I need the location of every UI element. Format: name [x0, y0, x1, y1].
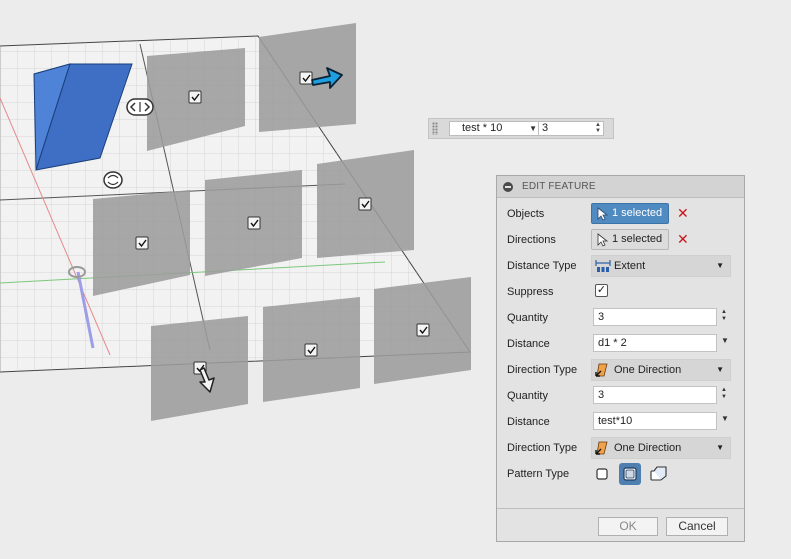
directions-label: Directions [507, 234, 556, 246]
quantity-2-input[interactable]: 3 [593, 386, 717, 404]
instance-checkbox[interactable] [358, 197, 372, 211]
instance-checkbox[interactable] [304, 343, 318, 357]
instance-checkbox[interactable] [247, 216, 261, 230]
one-direction-icon [595, 363, 608, 377]
cursor-arrow-icon [597, 233, 608, 247]
direction-type-2-value: One Direction [614, 442, 682, 454]
objects-select-value: 1 selected [612, 207, 663, 219]
objects-row: Objects 1 selected ✕ [497, 203, 746, 225]
one-direction-icon [595, 441, 608, 455]
distance-type-label: Distance Type [507, 260, 577, 272]
distance-2-row: Distance test*10 ▼ [497, 411, 746, 433]
suppress-row: Suppress ✓ [497, 281, 746, 303]
chevron-down-icon[interactable]: ▼ [716, 360, 724, 380]
distance-1-row: Distance d1 * 2 ▼ [497, 333, 746, 355]
direction-type-1-row: Direction Type One Direction ▼ [497, 359, 746, 381]
chevron-down-icon[interactable]: ▼ [721, 336, 729, 345]
collapse-icon[interactable] [503, 182, 513, 192]
dialog-header[interactable]: EDIT FEATURE [497, 176, 744, 198]
instance-checkbox[interactable] [299, 71, 313, 85]
checkmark-icon: ✓ [596, 284, 607, 296]
drag-grip-icon[interactable] [432, 122, 438, 135]
instance-checkbox[interactable] [188, 90, 202, 104]
instance-checkbox[interactable] [135, 236, 149, 250]
clear-objects-icon[interactable]: ✕ [677, 205, 689, 221]
distance-1-input[interactable]: d1 * 2 [593, 334, 717, 352]
mini-toolbar: test * 10 ▼ 3 ▲ ▼ [428, 118, 614, 139]
quantity-1-input[interactable]: 3 [593, 308, 717, 326]
dialog-title: EDIT FEATURE [522, 181, 596, 192]
distance-type-value: Extent [614, 260, 646, 272]
suppress-label: Suppress [507, 286, 554, 298]
quantity-2-row: Quantity 3 ▲ ▼ [497, 385, 746, 407]
mini-quantity-value: 3 [542, 122, 549, 134]
direction-type-1-dropdown[interactable]: One Direction ▼ [591, 359, 731, 381]
dialog-footer: OK Cancel [497, 508, 744, 542]
objects-select-button[interactable]: 1 selected [591, 203, 669, 224]
direction-type-2-dropdown[interactable]: One Direction ▼ [591, 437, 731, 459]
pattern-uniform-icon[interactable] [591, 463, 613, 485]
directions-select-value: 1 selected [612, 233, 663, 245]
quantity-1-row: Quantity 3 ▲ ▼ [497, 307, 746, 329]
mini-distance-value: test * 10 [462, 122, 503, 134]
quantity-2-spinner-icon[interactable]: ▲ ▼ [721, 387, 727, 401]
distance-type-row: Distance Type Extent ▼ [497, 255, 746, 277]
mini-quantity-field[interactable]: 3 ▲ ▼ [538, 121, 604, 136]
quantity-1-label: Quantity [507, 312, 548, 324]
direction-type-1-value: One Direction [614, 364, 682, 376]
direction-flip-handle[interactable] [126, 98, 154, 116]
spinner-icon[interactable]: ▲ ▼ [595, 122, 601, 134]
distance-1-value: d1 * 2 [598, 337, 627, 349]
chevron-down-icon[interactable]: ▼ [529, 122, 537, 135]
distance-2-input[interactable]: test*10 [593, 412, 717, 430]
directions-select-button[interactable]: 1 selected [591, 229, 669, 250]
distance-2-value: test*10 [598, 415, 633, 427]
quantity-1-value: 3 [598, 311, 605, 323]
pattern-type-row: Pattern Type [497, 463, 746, 485]
instance-checkbox[interactable] [416, 323, 430, 337]
direction-type-2-row: Direction Type One Direction ▼ [497, 437, 746, 459]
distance-type-dropdown[interactable]: Extent ▼ [591, 255, 731, 277]
chevron-down-icon[interactable]: ▼ [716, 256, 724, 276]
rotate-handle[interactable] [103, 171, 123, 189]
suppress-checkbox[interactable]: ✓ [595, 284, 608, 297]
directions-row: Directions 1 selected ✕ [497, 229, 746, 251]
edit-feature-dialog: EDIT FEATURE Objects 1 selected ✕ Direct… [496, 175, 745, 542]
chevron-down-icon[interactable]: ▼ [716, 438, 724, 458]
chevron-down-icon[interactable]: ▼ [721, 414, 729, 423]
distance-2-label: Distance [507, 416, 550, 428]
objects-label: Objects [507, 208, 545, 220]
direction-type-2-label: Direction Type [507, 442, 578, 454]
ok-button[interactable]: OK [598, 517, 658, 536]
quantity-2-value: 3 [598, 389, 605, 401]
pattern-identical-icon[interactable] [619, 463, 641, 485]
pattern-adjust-icon[interactable] [647, 463, 669, 485]
cancel-button[interactable]: Cancel [666, 517, 728, 536]
extent-icon [595, 260, 611, 272]
quantity-2-label: Quantity [507, 390, 548, 402]
cursor-arrow-icon [597, 207, 608, 221]
quantity-1-spinner-icon[interactable]: ▲ ▼ [721, 309, 727, 323]
pattern-type-label: Pattern Type [507, 468, 570, 480]
distance-1-label: Distance [507, 338, 550, 350]
clear-directions-icon[interactable]: ✕ [677, 231, 689, 247]
direction-type-1-label: Direction Type [507, 364, 578, 376]
mini-distance-field[interactable]: test * 10 ▼ [449, 121, 541, 136]
